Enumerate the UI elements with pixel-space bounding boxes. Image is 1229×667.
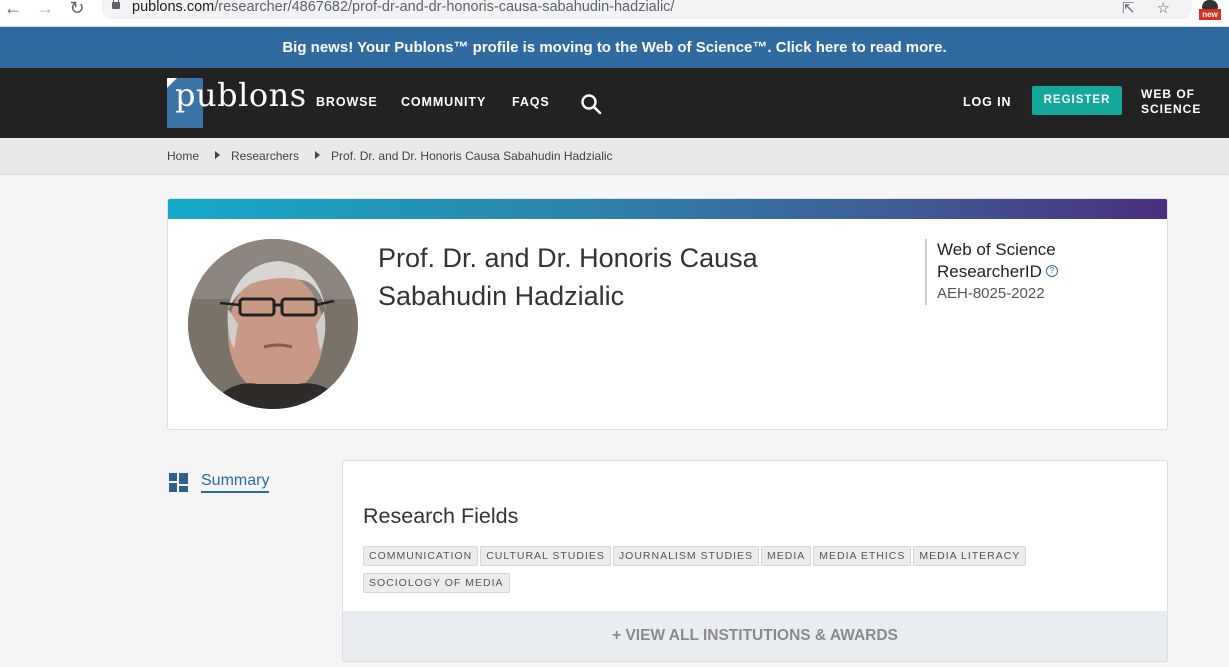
extension-head-icon [1202, 0, 1218, 9]
nav-browse[interactable]: BROWSE [316, 95, 378, 109]
search-icon[interactable] [580, 93, 602, 115]
research-field-chip[interactable]: MEDIA ETHICS [813, 546, 912, 566]
dashboard-grid-icon [169, 473, 188, 492]
logo-text: publons [175, 76, 307, 114]
researcher-id-label-line-1: Web of Science [937, 240, 1056, 259]
share-icon[interactable]: ⇱ [1122, 0, 1135, 17]
avatar-portrait-icon [188, 239, 358, 409]
breadcrumb-researchers[interactable]: Researchers [231, 149, 299, 163]
breadcrumb: Home Researchers Prof. Dr. and Dr. Honoris… [167, 149, 613, 163]
web-of-science-link[interactable]: WEB OF SCIENCE [1141, 87, 1201, 117]
breadcrumb-home[interactable]: Home [167, 149, 199, 163]
browser-toolbar: ← → ↻ publons.com/researcher/4867682/pro… [0, 0, 1229, 27]
research-fields-title: Research Fields [363, 504, 519, 528]
address-bar[interactable]: publons.com/researcher/4867682/prof-dr-a… [102, 0, 1192, 19]
researcher-id-value: AEH-8025-2022 [937, 285, 1045, 302]
breadcrumb-caret-icon [315, 151, 321, 159]
extension-badge: new [1199, 9, 1221, 20]
extension-icon[interactable]: new [1199, 0, 1221, 20]
research-field-chip[interactable]: MEDIA [761, 546, 812, 566]
researcher-id-box: Web of Science ResearcherID? AEH-8025-20… [925, 239, 1058, 305]
avatar [188, 239, 358, 409]
profile-card: Prof. Dr. and Dr. Honoris Causa Sabahudi… [167, 198, 1168, 430]
reload-icon[interactable]: ↻ [66, 0, 88, 18]
research-field-chip[interactable]: SOCIOLOGY OF MEDIA [363, 573, 510, 593]
wos-line-1: WEB OF [1141, 87, 1195, 101]
research-field-chip[interactable]: CULTURAL STUDIES [480, 546, 611, 566]
forward-arrow-icon[interactable]: → [34, 0, 56, 18]
nav-faqs[interactable]: FAQS [512, 95, 550, 109]
register-button[interactable]: REGISTER [1032, 86, 1122, 115]
breadcrumb-current: Prof. Dr. and Dr. Honoris Causa Sabahudi… [331, 149, 613, 163]
researcher-id-label-line-2: ResearcherID [937, 262, 1042, 281]
view-all-institutions-button[interactable]: + VIEW ALL INSTITUTIONS & AWARDS [343, 611, 1167, 661]
research-field-chip[interactable]: MEDIA LITERACY [913, 546, 1027, 566]
nav-community[interactable]: COMMUNITY [401, 95, 486, 109]
researcher-name-line-1: Prof. Dr. and Dr. Honoris Causa [378, 243, 758, 273]
research-field-chip[interactable]: COMMUNICATION [363, 546, 479, 566]
researcher-name: Prof. Dr. and Dr. Honoris Causa Sabahudi… [378, 239, 758, 315]
lock-icon [112, 0, 120, 9]
back-arrow-icon[interactable]: ← [2, 0, 24, 18]
researcher-name-line-2: Sabahudin Hadzialic [378, 281, 625, 311]
breadcrumb-caret-icon [215, 151, 221, 159]
research-field-list: COMMUNICATION CULTURAL STUDIES JOURNALISM … [363, 546, 1063, 600]
announcement-banner[interactable]: Big news! Your Publons™ profile is movin… [0, 27, 1229, 68]
bookmark-star-icon[interactable]: ☆ [1157, 0, 1170, 17]
login-link[interactable]: LOG IN [963, 95, 1011, 109]
publons-logo[interactable]: publons [167, 76, 306, 128]
researcher-id-label: Web of Science ResearcherID? [937, 239, 1058, 283]
research-field-chip[interactable]: JOURNALISM STUDIES [612, 546, 760, 566]
url-text: publons.com/researcher/4867682/prof-dr-a… [132, 0, 675, 15]
wos-line-2: SCIENCE [1141, 102, 1202, 116]
breadcrumb-bar: Home Researchers Prof. Dr. and Dr. Honoris… [0, 138, 1229, 175]
help-question-icon[interactable]: ? [1045, 265, 1058, 277]
sidenav-summary-label: Summary [201, 472, 270, 493]
site-header: publons BROWSE COMMUNITY FAQS LOG IN REG… [0, 68, 1229, 138]
research-fields-card: Research Fields COMMUNICATION CULTURAL ST… [342, 460, 1168, 662]
profile-gradient-bar [168, 199, 1167, 219]
